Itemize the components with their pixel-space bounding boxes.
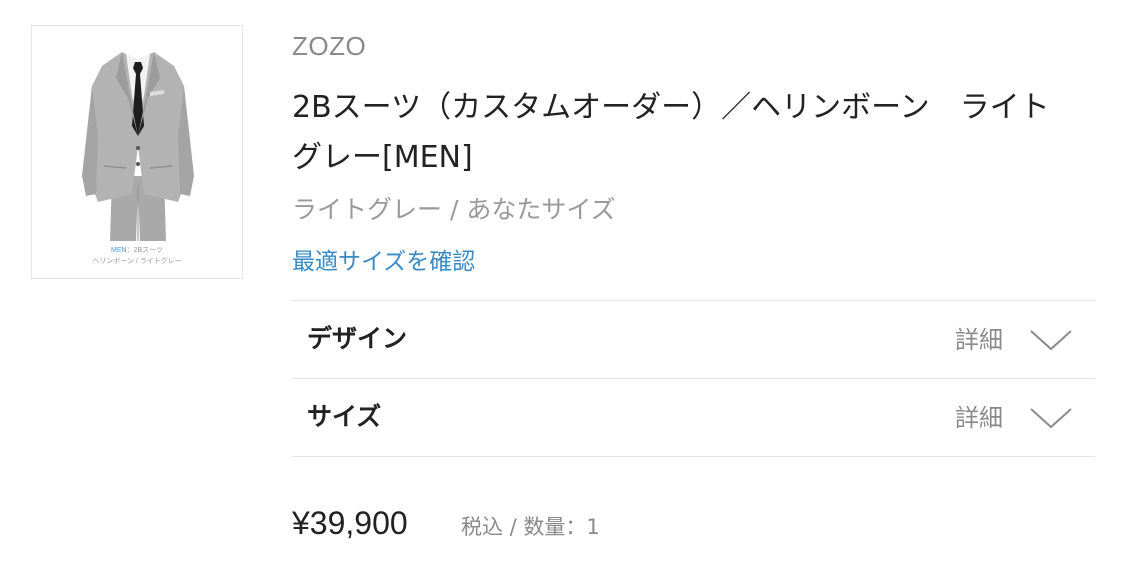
price: ¥39,900	[292, 505, 408, 541]
chevron-down-icon[interactable]	[1029, 328, 1073, 352]
size-row[interactable]: サイズ 詳細	[292, 379, 1095, 457]
size-row-detail: 詳細	[955, 404, 1003, 432]
thumbnail-caption-line1: MEN：2Bスーツ	[111, 247, 163, 254]
suit-image	[82, 52, 194, 241]
product-variant: ライトグレー / あなたサイズ	[292, 195, 616, 224]
price-note: 税込 / 数量：1	[461, 515, 600, 539]
design-row-label: デザイン	[307, 324, 408, 353]
product-thumbnail[interactable]: MEN：2Bスーツ ヘリンボーン / ライトグレー	[31, 25, 243, 279]
chevron-down-icon[interactable]	[1029, 406, 1073, 430]
design-row-detail: 詳細	[955, 326, 1003, 354]
product-title: 2Bスーツ（カスタムオーダー）／ヘリンボーン ライトグレー[MEN]	[292, 90, 1050, 175]
check-size-link[interactable]: 最適サイズを確認	[292, 246, 475, 278]
thumbnail-caption-line2: ヘリンボーン / ライトグレー	[92, 258, 182, 265]
design-row[interactable]: デザイン 詳細	[292, 301, 1095, 379]
size-row-label: サイズ	[307, 402, 382, 431]
brand-name[interactable]: ZOZO	[292, 30, 366, 62]
detail-accordion: デザイン 詳細 サイズ 詳細	[292, 300, 1095, 457]
